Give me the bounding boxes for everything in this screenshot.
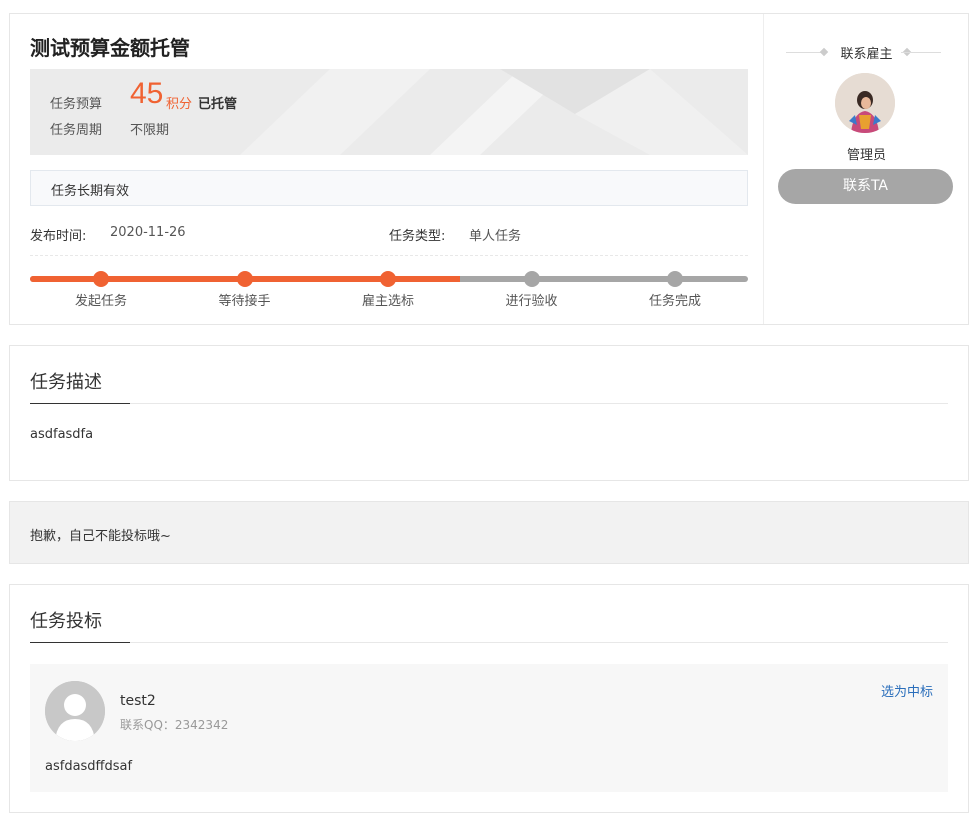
progress-step-label: 发起任务 (74, 294, 127, 309)
task-description-card: 任务描述 asdfasdfa (9, 345, 969, 481)
progress-step-dot (380, 271, 396, 287)
section-title-underline (30, 642, 130, 643)
select-winner-link[interactable]: 选为中标 (881, 681, 933, 700)
budget-amount: 45 (130, 77, 164, 110)
task-type-value: 单人任务 (469, 229, 522, 244)
bid-content: asfdasdffdsaf (45, 759, 133, 774)
task-type-label: 任务类型: (389, 229, 446, 244)
progress-step-dot (667, 271, 683, 287)
task-bids-card: 任务投标 test2 联系QQ：2342342 asfdasdffdsaf 选为… (9, 584, 969, 813)
publish-time-label: 发布时间: (30, 229, 87, 244)
contact-employer-button[interactable]: 联系TA (778, 169, 953, 204)
bidder-avatar[interactable] (45, 681, 105, 741)
employer-avatar[interactable] (835, 73, 895, 133)
validity-notice: 任务长期有效 (30, 170, 748, 206)
bid-item: test2 联系QQ：2342342 asfdasdffdsaf 选为中标 (30, 664, 948, 792)
task-summary-card: 测试预算金额托管 任务预算 45 积分 已托管 任务周期 不限期 任务长期有效 … (9, 13, 969, 325)
user-icon (45, 681, 105, 741)
progress-step-label: 任务完成 (648, 294, 701, 309)
notice-text: 抱歉，自己不能投标哦~ (30, 529, 171, 544)
employer-name: 管理员 (846, 148, 886, 163)
progress-step-dot (93, 271, 109, 287)
heading-line-right (901, 52, 941, 53)
progress-step-dot (236, 271, 253, 287)
budget-box: 任务预算 45 积分 已托管 任务周期 不限期 (30, 69, 748, 155)
budget-label: 任务预算 (50, 97, 103, 112)
progress-step-label: 雇主选标 (361, 294, 414, 309)
progress-step-dot (523, 271, 540, 287)
section-title: 任务投标 (30, 611, 102, 632)
section-title-underline (30, 403, 130, 404)
budget-status: 已托管 (198, 97, 238, 112)
description-text: asdfasdfa (30, 427, 94, 442)
publish-time-value: 2020-11-26 (110, 225, 186, 240)
bid-notice: 抱歉，自己不能投标哦~ (9, 501, 969, 564)
period-value: 不限期 (130, 123, 170, 138)
section-title: 任务描述 (30, 372, 102, 393)
bidder-name[interactable]: test2 (120, 693, 156, 709)
divider (30, 255, 748, 256)
bidder-qq: 联系QQ：2342342 (120, 718, 229, 732)
avatar-figure-icon (835, 73, 895, 133)
period-label: 任务周期 (50, 123, 103, 138)
task-title: 测试预算金额托管 (30, 36, 190, 60)
progress-step-label: 进行验收 (505, 294, 558, 309)
budget-unit: 积分 (166, 97, 193, 112)
task-progress: 发起任务 等待接手 雇主选标 进行验收 任务完成 (30, 269, 748, 309)
progress-step-label: 等待接手 (218, 294, 271, 309)
divider (30, 403, 948, 404)
divider (30, 642, 948, 643)
